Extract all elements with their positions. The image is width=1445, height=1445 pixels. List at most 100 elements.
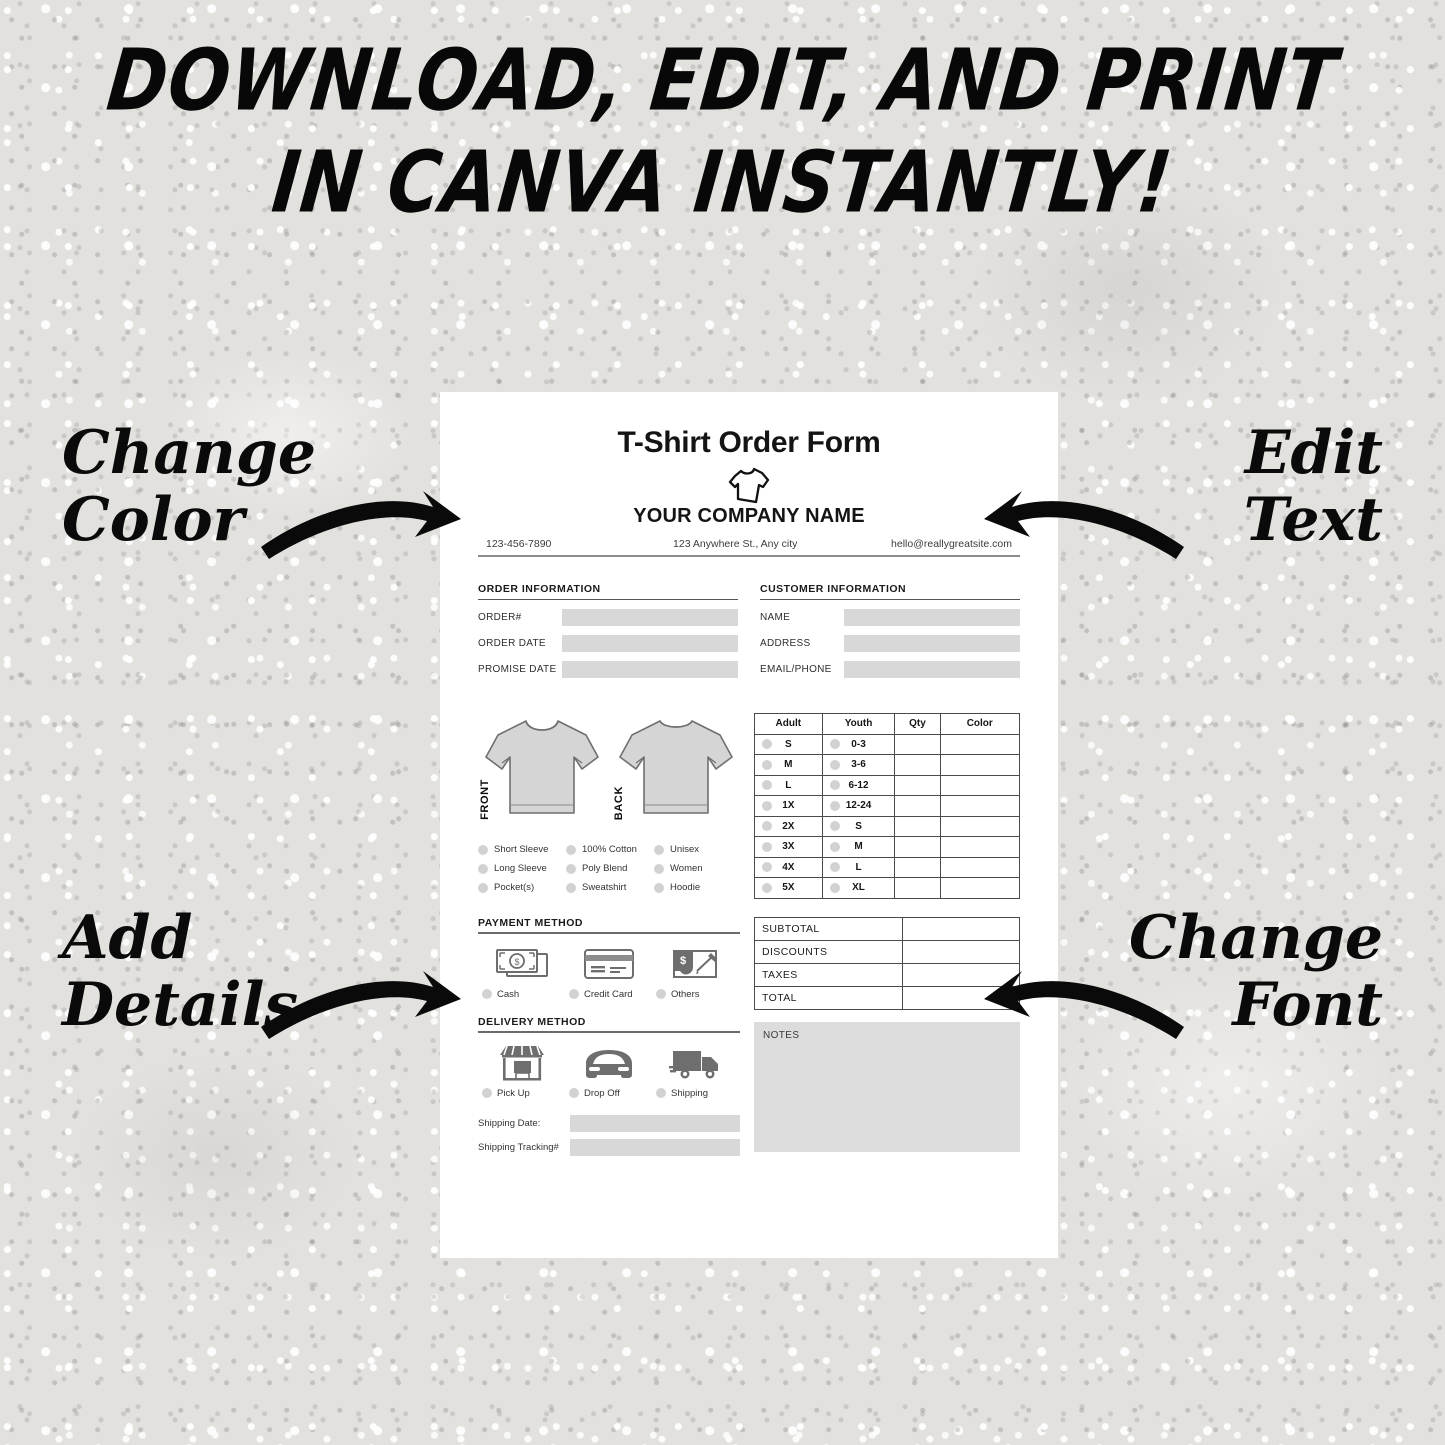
option-short-sleeve[interactable]: Short Sleeve [478,844,566,855]
color-cell[interactable] [939,774,1020,796]
radio-icon[interactable] [829,862,840,873]
color-cell[interactable] [939,877,1020,899]
color-cell[interactable] [939,754,1020,776]
size-cell-youth[interactable]: S [821,815,896,837]
order-date-input[interactable] [562,635,738,652]
size-cell-adult[interactable]: M [754,754,823,776]
size-cell-youth[interactable]: L [821,856,896,878]
radio-icon[interactable] [762,882,772,893]
color-cell[interactable] [939,815,1020,837]
radio-icon[interactable] [569,989,579,999]
option-hoodie[interactable]: Hoodie [654,882,740,893]
qty-cell[interactable] [894,774,941,796]
payment-method-heading: PAYMENT METHOD [478,917,740,934]
radio-icon[interactable] [829,739,840,750]
delivery-option-shipping-caption[interactable]: Shipping [656,1088,736,1099]
color-cell[interactable] [939,795,1020,817]
radio-icon[interactable] [478,844,488,855]
color-cell[interactable] [939,836,1020,858]
radio-icon[interactable] [478,863,488,874]
shirt-front: FRONT [478,713,606,826]
radio-icon[interactable] [829,821,840,832]
size-cell-youth[interactable]: 0-3 [821,733,896,755]
size-cell-adult[interactable]: 1X [754,795,823,817]
qty-cell[interactable] [894,754,941,776]
color-cell[interactable] [939,733,1020,755]
field-label: ADDRESS [760,638,811,649]
customer-address-input[interactable] [844,635,1020,652]
qty-cell[interactable] [894,815,941,837]
radio-icon[interactable] [566,844,576,855]
option-pockets[interactable]: Pocket(s) [478,882,566,893]
color-cell[interactable] [939,856,1020,878]
totals-value-discounts[interactable] [902,939,1020,964]
size-cell-adult[interactable]: 2X [754,815,823,837]
payment-option-credit-card-caption[interactable]: Credit Card [569,989,649,1000]
payment-option-cash[interactable]: $ Cash [482,943,562,1000]
radio-icon[interactable] [654,863,664,874]
qty-cell[interactable] [894,836,941,858]
size-cell-youth[interactable]: 3-6 [821,754,896,776]
totals-value-subtotal[interactable] [902,916,1020,941]
size-cell-adult[interactable]: 3X [754,836,823,858]
payment-option-credit-card[interactable]: Credit Card [569,943,649,1000]
delivery-option-drop-off-caption[interactable]: Drop Off [569,1088,649,1099]
order-number-input[interactable] [562,609,738,626]
qty-cell[interactable] [894,795,941,817]
radio-icon[interactable] [762,841,772,852]
svg-text:$: $ [514,957,519,967]
radio-icon[interactable] [762,780,772,791]
size-cell-youth[interactable]: M [821,836,896,858]
radio-icon[interactable] [829,780,840,791]
delivery-option-pick-up-caption[interactable]: Pick Up [482,1088,562,1099]
radio-icon[interactable] [478,882,488,893]
radio-icon[interactable] [569,1088,579,1098]
radio-icon[interactable] [762,739,772,750]
radio-icon[interactable] [656,1088,666,1098]
column-header-adult: Adult [754,713,823,735]
size-cell-youth[interactable]: 12-24 [821,795,896,817]
promise-date-input[interactable] [562,661,738,678]
delivery-option-pick-up[interactable]: Pick Up [482,1042,562,1099]
radio-icon[interactable] [762,800,772,811]
size-cell-adult[interactable]: L [754,774,823,796]
radio-icon[interactable] [762,862,772,873]
size-cell-adult[interactable]: S [754,733,823,755]
size-cell-adult[interactable]: 5X [754,877,823,899]
shipping-tracking-input[interactable] [570,1138,740,1156]
radio-icon[interactable] [654,882,664,893]
option-long-sleeve[interactable]: Long Sleeve [478,863,566,874]
radio-icon[interactable] [482,989,492,999]
qty-cell[interactable] [894,856,941,878]
payment-option-others[interactable]: $ Others [656,943,736,1000]
shipping-tracking-label: Shipping Tracking# [478,1141,559,1153]
radio-icon[interactable] [829,882,840,893]
radio-icon[interactable] [829,759,840,770]
size-cell-adult[interactable]: 4X [754,856,823,878]
delivery-option-drop-off[interactable]: Drop Off [569,1042,649,1099]
qty-cell[interactable] [894,877,941,899]
radio-icon[interactable] [566,882,576,893]
radio-icon[interactable] [762,821,772,832]
option-sweatshirt[interactable]: Sweatshirt [566,882,654,893]
option-poly-blend[interactable]: Poly Blend [566,863,654,874]
delivery-option-shipping[interactable]: Shipping [656,1042,736,1099]
radio-icon[interactable] [656,989,666,999]
radio-icon[interactable] [829,800,840,811]
radio-icon[interactable] [829,841,840,852]
customer-name-input[interactable] [844,609,1020,626]
payment-option-others-caption[interactable]: Others [656,989,736,1000]
radio-icon[interactable] [482,1088,492,1098]
radio-icon[interactable] [566,863,576,874]
customer-email-phone-input[interactable] [844,661,1020,678]
option-unisex[interactable]: Unisex [654,844,740,855]
radio-icon[interactable] [762,759,772,770]
radio-icon[interactable] [654,844,664,855]
size-cell-youth[interactable]: XL [821,877,896,899]
qty-cell[interactable] [894,733,941,755]
size-cell-youth[interactable]: 6-12 [821,774,896,796]
payment-option-cash-caption[interactable]: Cash [482,989,562,1000]
shipping-date-input[interactable] [570,1114,740,1132]
option-women[interactable]: Women [654,863,740,874]
option-100-cotton[interactable]: 100% Cotton [566,844,654,855]
